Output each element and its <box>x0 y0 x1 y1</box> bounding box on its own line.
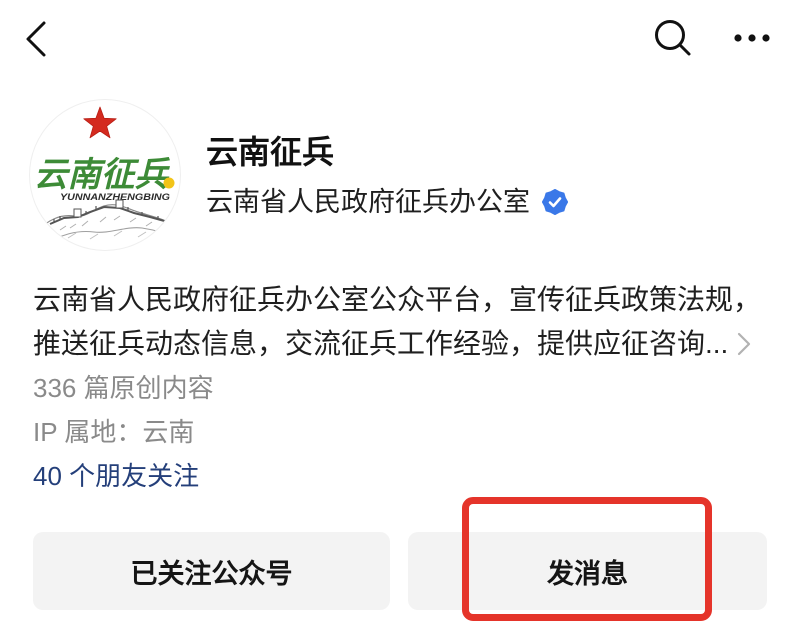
logo-smiley <box>163 177 175 189</box>
send-message-button-label: 发消息 <box>547 558 628 589</box>
chevron-left-icon[interactable] <box>20 18 54 60</box>
more-dot <box>734 34 742 42</box>
logo-subtext: YUNNANZHENGBING <box>60 192 170 202</box>
verified-badge-icon[interactable] <box>542 189 568 215</box>
verified-badge-shape <box>542 189 568 215</box>
chevron-left-stroke <box>26 21 46 57</box>
verified-organization: 云南省人民政府征兵办公室 <box>206 187 530 217</box>
description-line: 推送征兵动态信息，交流征兵工作经验，提供应征咨询... <box>33 328 729 359</box>
account-name: 云南征兵 <box>206 134 335 170</box>
followed-account-button-label: 已关注公众号 <box>130 558 293 589</box>
search-icon[interactable] <box>650 16 694 60</box>
friends-following-link[interactable]: 40 个朋友关注 <box>33 454 199 498</box>
account-description[interactable]: 云南省人民政府征兵办公室公众平台，宣传征兵政策法规， 推送征兵动态信息，交流征兵… <box>33 278 773 366</box>
more-horizontal-icon[interactable] <box>730 28 774 48</box>
verified-organization-row: 云南省人民政府征兵办公室 <box>206 184 568 220</box>
search-handle <box>678 43 691 56</box>
send-message-button[interactable]: 发消息 <box>408 532 767 610</box>
logo-text: 云南征兵 <box>34 155 171 195</box>
logo-star <box>83 106 117 139</box>
original-article-count: 336 篇原创内容 <box>33 373 214 403</box>
account-avatar[interactable]: 云南征兵 YUNNANZHENGBING <box>30 100 180 250</box>
more-dot <box>748 34 756 42</box>
more-dot <box>762 34 770 42</box>
great-wall-drawing <box>35 199 180 247</box>
description-line: 云南省人民政府征兵办公室公众平台，宣传征兵政策法规， <box>33 284 762 315</box>
logo-image: 云南征兵 YUNNANZHENGBING <box>34 106 180 247</box>
chevron-right-stroke <box>737 332 751 356</box>
followed-account-button[interactable]: 已关注公众号 <box>33 532 390 610</box>
chevron-right-icon[interactable] <box>736 330 752 358</box>
account-profile-screen: 云南征兵 YUNNANZHENGBING 云南征兵 云南省人民政府征兵办公室 云… <box>0 0 808 638</box>
ip-location: IP 属地：云南 <box>33 417 195 447</box>
